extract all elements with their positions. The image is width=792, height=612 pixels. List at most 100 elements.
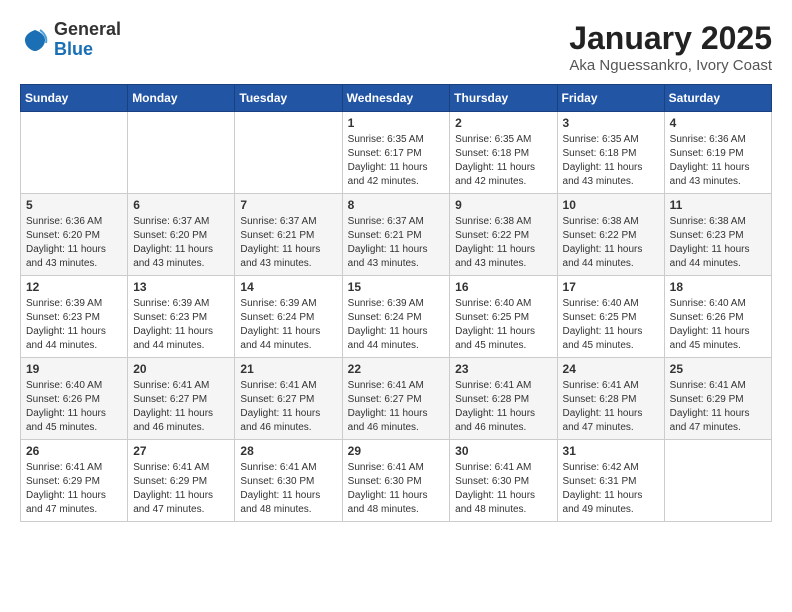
- day-number: 8: [348, 198, 445, 212]
- calendar-cell: 26Sunrise: 6:41 AM Sunset: 6:29 PM Dayli…: [21, 440, 128, 522]
- calendar-cell: 30Sunrise: 6:41 AM Sunset: 6:30 PM Dayli…: [450, 440, 557, 522]
- day-number: 2: [455, 116, 551, 130]
- calendar-cell: 24 Sunrise: 6:41 AM Sunset: 6:28 PM Dayli…: [557, 358, 664, 440]
- day-info: Sunrise: 6:38 AM Sunset: 6:23 PM Dayligh…: [670, 215, 766, 271]
- calendar-cell: 15 Sunrise: 6:39 AM Sunset: 6:24 PM Dayli…: [342, 276, 450, 358]
- calendar-body: 1Sunrise: 6:35 AM Sunset: 6:17 PM Daylig…: [21, 112, 772, 522]
- day-info: Sunrise: 6:41 AM Sunset: 6:29 PM Dayligh…: [670, 379, 766, 435]
- day-header-saturday: Saturday: [664, 85, 771, 112]
- calendar-cell: 18Sunrise: 6:40 AM Sunset: 6:26 PM Dayli…: [664, 276, 771, 358]
- calendar-cell: 17 Sunrise: 6:40 AM Sunset: 6:25 PM Dayli…: [557, 276, 664, 358]
- day-info: Sunrise: 6:41 AM Sunset: 6:27 PM Dayligh…: [348, 379, 445, 435]
- calendar-cell: [235, 112, 342, 194]
- day-info: Sunrise: 6:39 AM Sunset: 6:23 PM Dayligh…: [133, 297, 229, 353]
- calendar-cell: 13 Sunrise: 6:39 AM Sunset: 6:23 PM Dayli…: [128, 276, 235, 358]
- day-info: Sunrise: 6:41 AM Sunset: 6:29 PM Dayligh…: [26, 461, 122, 517]
- day-info: Sunrise: 6:39 AM Sunset: 6:24 PM Dayligh…: [348, 297, 445, 353]
- calendar-week-4: 19 Sunrise: 6:40 AM Sunset: 6:26 PM Dayli…: [21, 358, 772, 440]
- day-number: 21: [240, 362, 336, 376]
- day-number: 12: [26, 280, 122, 294]
- day-header-monday: Monday: [128, 85, 235, 112]
- month-title: January 2025: [569, 20, 772, 57]
- day-number: 27: [133, 444, 229, 458]
- calendar-cell: 20 Sunrise: 6:41 AM Sunset: 6:27 PM Dayli…: [128, 358, 235, 440]
- day-header-thursday: Thursday: [450, 85, 557, 112]
- calendar-cell: 27Sunrise: 6:41 AM Sunset: 6:29 PM Dayli…: [128, 440, 235, 522]
- day-info: Sunrise: 6:41 AM Sunset: 6:30 PM Dayligh…: [240, 461, 336, 517]
- calendar-cell: 22 Sunrise: 6:41 AM Sunset: 6:27 PM Dayli…: [342, 358, 450, 440]
- day-number: 4: [670, 116, 766, 130]
- day-number: 19: [26, 362, 122, 376]
- day-number: 10: [563, 198, 659, 212]
- calendar-cell: [664, 440, 771, 522]
- calendar-cell: 16 Sunrise: 6:40 AM Sunset: 6:25 PM Dayli…: [450, 276, 557, 358]
- calendar-cell: [128, 112, 235, 194]
- calendar-cell: 28Sunrise: 6:41 AM Sunset: 6:30 PM Dayli…: [235, 440, 342, 522]
- calendar-cell: 4Sunrise: 6:36 AM Sunset: 6:19 PM Daylig…: [664, 112, 771, 194]
- calendar-cell: 3 Sunrise: 6:35 AM Sunset: 6:18 PM Daylig…: [557, 112, 664, 194]
- calendar: SundayMondayTuesdayWednesdayThursdayFrid…: [20, 84, 772, 522]
- day-number: 20: [133, 362, 229, 376]
- day-header-sunday: Sunday: [21, 85, 128, 112]
- day-number: 14: [240, 280, 336, 294]
- day-info: Sunrise: 6:35 AM Sunset: 6:17 PM Dayligh…: [348, 133, 445, 189]
- day-number: 5: [26, 198, 122, 212]
- day-info: Sunrise: 6:37 AM Sunset: 6:20 PM Dayligh…: [133, 215, 229, 271]
- day-number: 15: [348, 280, 445, 294]
- day-number: 22: [348, 362, 445, 376]
- calendar-cell: 9Sunrise: 6:38 AM Sunset: 6:22 PM Daylig…: [450, 194, 557, 276]
- day-number: 7: [240, 198, 336, 212]
- calendar-cell: 1Sunrise: 6:35 AM Sunset: 6:17 PM Daylig…: [342, 112, 450, 194]
- day-info: Sunrise: 6:35 AM Sunset: 6:18 PM Dayligh…: [563, 133, 659, 189]
- calendar-week-1: 1Sunrise: 6:35 AM Sunset: 6:17 PM Daylig…: [21, 112, 772, 194]
- day-info: Sunrise: 6:40 AM Sunset: 6:26 PM Dayligh…: [26, 379, 122, 435]
- day-info: Sunrise: 6:39 AM Sunset: 6:24 PM Dayligh…: [240, 297, 336, 353]
- day-info: Sunrise: 6:40 AM Sunset: 6:26 PM Dayligh…: [670, 297, 766, 353]
- day-info: Sunrise: 6:38 AM Sunset: 6:22 PM Dayligh…: [563, 215, 659, 271]
- logo-general: General: [54, 20, 121, 40]
- calendar-header-row: SundayMondayTuesdayWednesdayThursdayFrid…: [21, 85, 772, 112]
- day-info: Sunrise: 6:39 AM Sunset: 6:23 PM Dayligh…: [26, 297, 122, 353]
- calendar-week-2: 5Sunrise: 6:36 AM Sunset: 6:20 PM Daylig…: [21, 194, 772, 276]
- day-number: 23: [455, 362, 551, 376]
- day-number: 11: [670, 198, 766, 212]
- day-info: Sunrise: 6:40 AM Sunset: 6:25 PM Dayligh…: [455, 297, 551, 353]
- day-number: 24: [563, 362, 659, 376]
- calendar-week-3: 12 Sunrise: 6:39 AM Sunset: 6:23 PM Dayli…: [21, 276, 772, 358]
- day-info: Sunrise: 6:41 AM Sunset: 6:28 PM Dayligh…: [563, 379, 659, 435]
- calendar-cell: 6Sunrise: 6:37 AM Sunset: 6:20 PM Daylig…: [128, 194, 235, 276]
- logo: General Blue: [20, 20, 121, 60]
- day-info: Sunrise: 6:41 AM Sunset: 6:27 PM Dayligh…: [133, 379, 229, 435]
- calendar-cell: 21 Sunrise: 6:41 AM Sunset: 6:27 PM Dayli…: [235, 358, 342, 440]
- calendar-week-5: 26Sunrise: 6:41 AM Sunset: 6:29 PM Dayli…: [21, 440, 772, 522]
- day-info: Sunrise: 6:42 AM Sunset: 6:31 PM Dayligh…: [563, 461, 659, 517]
- day-number: 31: [563, 444, 659, 458]
- day-info: Sunrise: 6:40 AM Sunset: 6:25 PM Dayligh…: [563, 297, 659, 353]
- page-header: General Blue January 2025 Aka Nguessankr…: [20, 20, 772, 74]
- day-info: Sunrise: 6:41 AM Sunset: 6:27 PM Dayligh…: [240, 379, 336, 435]
- calendar-cell: 29Sunrise: 6:41 AM Sunset: 6:30 PM Dayli…: [342, 440, 450, 522]
- calendar-cell: 12 Sunrise: 6:39 AM Sunset: 6:23 PM Dayli…: [21, 276, 128, 358]
- day-number: 3: [563, 116, 659, 130]
- calendar-cell: 5Sunrise: 6:36 AM Sunset: 6:20 PM Daylig…: [21, 194, 128, 276]
- calendar-cell: 23 Sunrise: 6:41 AM Sunset: 6:28 PM Dayli…: [450, 358, 557, 440]
- day-info: Sunrise: 6:38 AM Sunset: 6:22 PM Dayligh…: [455, 215, 551, 271]
- calendar-cell: 19 Sunrise: 6:40 AM Sunset: 6:26 PM Dayli…: [21, 358, 128, 440]
- calendar-cell: 7 Sunrise: 6:37 AM Sunset: 6:21 PM Daylig…: [235, 194, 342, 276]
- calendar-cell: 25 Sunrise: 6:41 AM Sunset: 6:29 PM Dayli…: [664, 358, 771, 440]
- day-info: Sunrise: 6:37 AM Sunset: 6:21 PM Dayligh…: [240, 215, 336, 271]
- logo-text: General Blue: [54, 20, 121, 60]
- day-number: 25: [670, 362, 766, 376]
- calendar-cell: 14 Sunrise: 6:39 AM Sunset: 6:24 PM Dayli…: [235, 276, 342, 358]
- logo-blue: Blue: [54, 40, 121, 60]
- day-info: Sunrise: 6:35 AM Sunset: 6:18 PM Dayligh…: [455, 133, 551, 189]
- day-info: Sunrise: 6:41 AM Sunset: 6:30 PM Dayligh…: [348, 461, 445, 517]
- title-block: January 2025 Aka Nguessankro, Ivory Coas…: [569, 20, 772, 74]
- day-number: 17: [563, 280, 659, 294]
- day-number: 16: [455, 280, 551, 294]
- day-number: 13: [133, 280, 229, 294]
- calendar-cell: 31 Sunrise: 6:42 AM Sunset: 6:31 PM Dayli…: [557, 440, 664, 522]
- day-info: Sunrise: 6:41 AM Sunset: 6:28 PM Dayligh…: [455, 379, 551, 435]
- day-header-friday: Friday: [557, 85, 664, 112]
- location-title: Aka Nguessankro, Ivory Coast: [569, 57, 772, 74]
